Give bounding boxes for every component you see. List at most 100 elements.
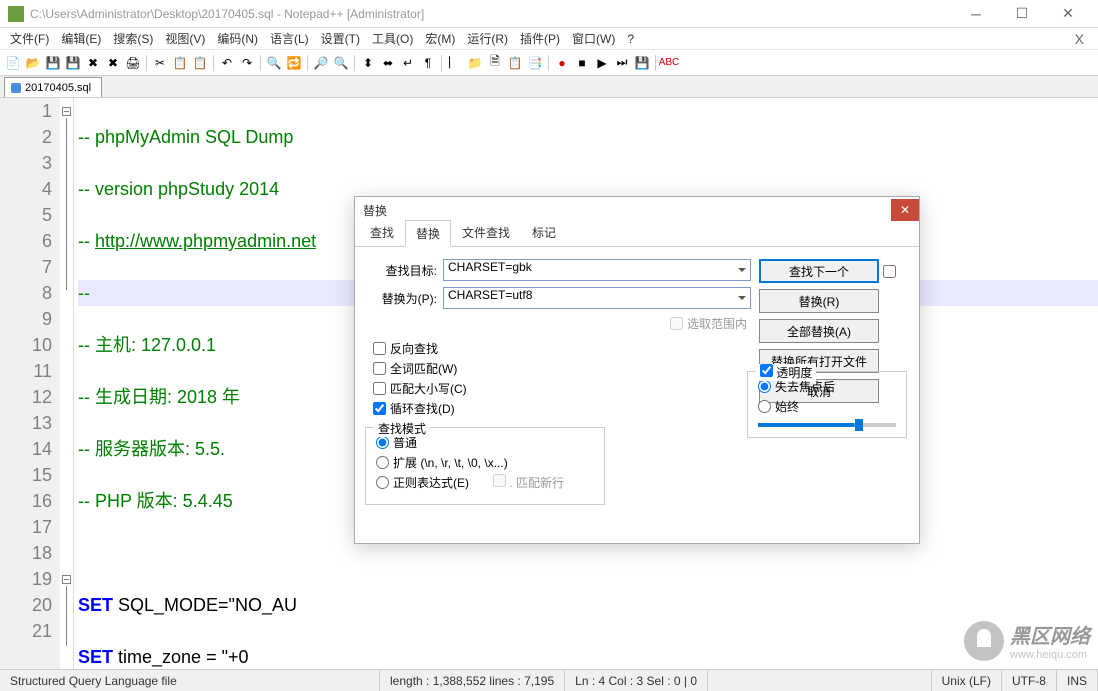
status-bar: Structured Query Language file length : … <box>0 669 1098 691</box>
showall-icon[interactable]: ¶ <box>419 54 437 72</box>
open-file-icon[interactable]: 📂 <box>24 54 42 72</box>
file-status-dot-icon <box>11 83 21 93</box>
save-macro-icon[interactable]: 💾 <box>633 54 651 72</box>
menu-encoding[interactable]: 编码(N) <box>211 28 264 49</box>
menu-tools[interactable]: 工具(O) <box>366 28 419 49</box>
menu-language[interactable]: 语言(L) <box>264 28 315 49</box>
zoom-out-icon[interactable]: 🔍 <box>332 54 350 72</box>
in-selection-checkbox[interactable] <box>670 317 683 330</box>
tab-mark[interactable]: 标记 <box>521 219 567 246</box>
menu-close-x[interactable]: X <box>1075 31 1084 47</box>
menu-edit[interactable]: 编辑(E) <box>55 28 107 49</box>
transparency-checkbox[interactable] <box>760 364 773 377</box>
watermark-logo-icon <box>964 621 1004 661</box>
save-all-icon[interactable]: 💾 <box>64 54 82 72</box>
spellcheck-icon[interactable]: ABC <box>660 54 678 72</box>
record-icon[interactable]: ● <box>553 54 571 72</box>
wrap-checkbox[interactable] <box>373 402 386 415</box>
toolbar: 📄 📂 💾 💾 ✖ ✖ 🖨 ✂ 📋 📋 ↶ ↷ 🔍 🔁 🔎 🔍 ⬍ ⬌ ↵ ¶ … <box>0 50 1098 76</box>
doc-switcher-icon[interactable]: 📑 <box>526 54 544 72</box>
status-filetype: Structured Query Language file <box>0 670 380 691</box>
document-tabs: 20170405.sql <box>0 76 1098 98</box>
undo-icon[interactable]: ↶ <box>218 54 236 72</box>
new-file-icon[interactable]: 📄 <box>4 54 22 72</box>
tab-label: 20170405.sql <box>25 82 91 94</box>
menu-window[interactable]: 窗口(W) <box>566 28 621 49</box>
status-eol[interactable]: Unix (LF) <box>932 670 1002 691</box>
watermark-sub: www.heiqu.com <box>1010 649 1090 661</box>
replace-all-button[interactable]: 全部替换(A) <box>759 319 879 343</box>
backward-checkbox[interactable] <box>373 342 386 355</box>
menu-help[interactable]: ? <box>621 28 640 49</box>
mode-extended-radio[interactable] <box>376 456 389 469</box>
watermark: 黑区网络 www.heiqu.com <box>964 620 1090 661</box>
tab-find[interactable]: 查找 <box>359 219 405 246</box>
find-next-aux-checkbox[interactable] <box>883 265 896 278</box>
mode-regex-radio[interactable] <box>376 476 389 489</box>
status-length: length : 1,388,552 lines : 7,195 <box>380 670 565 691</box>
print-icon[interactable]: 🖨 <box>124 54 142 72</box>
transparency-slider[interactable] <box>758 423 896 427</box>
zoom-in-icon[interactable]: 🔎 <box>312 54 330 72</box>
sync-h-icon[interactable]: ⬌ <box>379 54 397 72</box>
fold-margin[interactable] <box>60 98 74 669</box>
find-icon[interactable]: 🔍 <box>265 54 283 72</box>
close-button[interactable]: ✕ <box>1046 4 1090 24</box>
menu-settings[interactable]: 设置(T) <box>315 28 366 49</box>
replace-input[interactable]: CHARSET=utf8 <box>443 287 751 309</box>
minimize-button[interactable]: ─ <box>954 4 998 24</box>
app-icon <box>8 6 24 22</box>
watermark-text: 黑区网络 <box>1010 620 1090 649</box>
in-selection-label: 选取范围内 <box>687 315 747 332</box>
title-bar: C:\Users\Administrator\Desktop\20170405.… <box>0 0 1098 28</box>
stop-icon[interactable]: ■ <box>573 54 591 72</box>
window-title: C:\Users\Administrator\Desktop\20170405.… <box>30 7 954 21</box>
redo-icon[interactable]: ↷ <box>238 54 256 72</box>
tab-replace[interactable]: 替换 <box>405 220 451 247</box>
find-input[interactable]: CHARSET=gbk <box>443 259 751 281</box>
tab-findinfiles[interactable]: 文件查找 <box>451 219 521 246</box>
indent-guide-icon[interactable]: ⎸ <box>446 54 464 72</box>
play-multi-icon[interactable]: ⏭ <box>613 54 631 72</box>
save-icon[interactable]: 💾 <box>44 54 62 72</box>
play-icon[interactable]: ▶ <box>593 54 611 72</box>
sync-v-icon[interactable]: ⬍ <box>359 54 377 72</box>
find-next-button[interactable]: 查找下一个 <box>759 259 879 283</box>
menu-view[interactable]: 视图(V) <box>159 28 211 49</box>
dotall-checkbox <box>493 474 506 487</box>
menu-plugins[interactable]: 插件(P) <box>514 28 566 49</box>
replace-button[interactable]: 替换(R) <box>759 289 879 313</box>
menu-run[interactable]: 运行(R) <box>461 28 514 49</box>
menu-bar: 文件(F) 编辑(E) 搜索(S) 视图(V) 编码(N) 语言(L) 设置(T… <box>0 28 1098 50</box>
transparency-group: 透明度 失去焦点后 始终 <box>747 371 907 438</box>
status-insert-mode[interactable]: INS <box>1057 670 1098 691</box>
line-numbers: 123456789101112131415161718192021 <box>0 98 60 669</box>
status-position: Ln : 4 Col : 3 Sel : 0 | 0 <box>565 670 708 691</box>
find-label: 查找目标: <box>365 262 437 279</box>
menu-file[interactable]: 文件(F) <box>4 28 55 49</box>
cut-icon[interactable]: ✂ <box>151 54 169 72</box>
status-encoding[interactable]: UTF-8 <box>1002 670 1057 691</box>
maximize-button[interactable]: ☐ <box>1000 4 1044 24</box>
folder-icon[interactable]: 📁 <box>466 54 484 72</box>
copy-icon[interactable]: 📋 <box>171 54 189 72</box>
wholeword-checkbox[interactable] <box>373 362 386 375</box>
replace-icon[interactable]: 🔁 <box>285 54 303 72</box>
replace-label: 替换为(P): <box>365 290 437 307</box>
dialog-title: 替换 <box>363 202 387 219</box>
doc-map-icon[interactable]: 🗎 <box>486 54 504 72</box>
matchcase-checkbox[interactable] <box>373 382 386 395</box>
wrap-icon[interactable]: ↵ <box>399 54 417 72</box>
func-list-icon[interactable]: 📋 <box>506 54 524 72</box>
paste-icon[interactable]: 📋 <box>191 54 209 72</box>
trans-always-radio[interactable] <box>758 400 771 413</box>
dialog-tabs: 查找 替换 文件查找 标记 <box>355 223 919 247</box>
tab-20170405[interactable]: 20170405.sql <box>4 77 102 97</box>
close-file-icon[interactable]: ✖ <box>84 54 102 72</box>
close-all-icon[interactable]: ✖ <box>104 54 122 72</box>
menu-search[interactable]: 搜索(S) <box>107 28 159 49</box>
menu-macro[interactable]: 宏(M) <box>419 28 461 49</box>
trans-onlose-radio[interactable] <box>758 380 771 393</box>
mode-normal-radio[interactable] <box>376 436 389 449</box>
dialog-close-button[interactable]: ✕ <box>891 199 919 221</box>
